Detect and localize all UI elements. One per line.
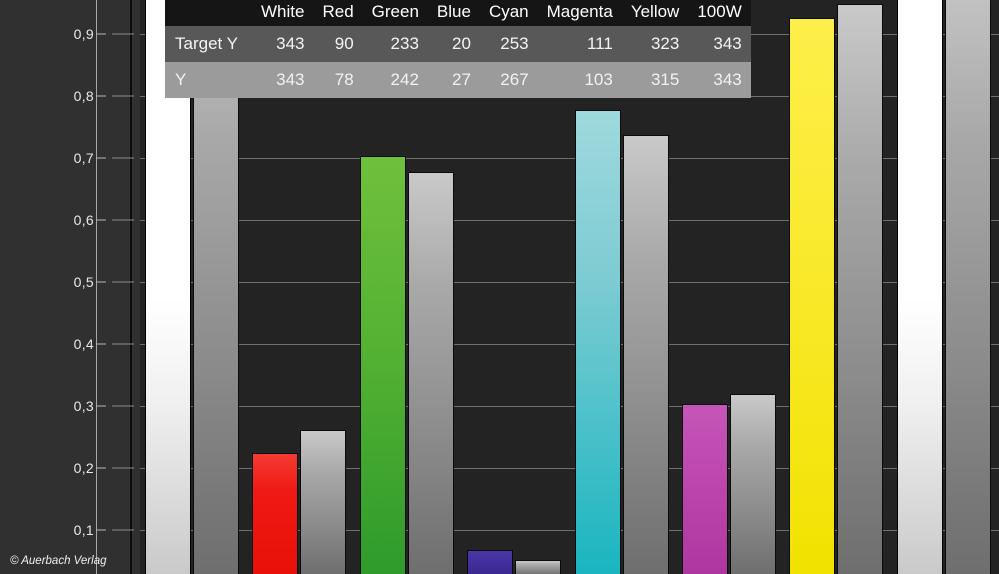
bar-cyan-target (574, 109, 621, 574)
table-cell: 343 (688, 26, 751, 62)
table-cell: 90 (313, 26, 363, 62)
bar-yellow-measured (837, 4, 884, 574)
y-axis-tick-mark-inner (112, 157, 134, 159)
y-axis-tick-mark-inner (112, 95, 134, 97)
y-axis-tick-label: 0,3 (73, 398, 94, 414)
y-axis-tick-label: 0,1 (73, 522, 94, 538)
y-axis-tick-mark (96, 405, 106, 407)
table-column-header: Green (362, 0, 428, 26)
table-cell: 233 (362, 26, 428, 62)
y-axis-tick-mark (96, 95, 106, 97)
table-column-header: White (252, 0, 314, 26)
y-axis-tick-mark (96, 467, 106, 469)
table-cell: 323 (621, 26, 689, 62)
table-column-header: Red (313, 0, 363, 26)
y-axis-tick-mark (96, 157, 106, 159)
table-row-label: Y (165, 62, 253, 98)
table-cell: 343 (252, 62, 314, 98)
table-cell: 103 (537, 62, 622, 98)
y-axis-tick-mark-inner (112, 219, 134, 221)
table-column-header: Magenta (537, 0, 622, 26)
table-row-label: Target Y (165, 26, 253, 62)
y-axis-tick-label: 0,2 (73, 460, 94, 476)
y-axis-tick-label: 0,6 (73, 212, 94, 228)
bar-yellow-target (789, 17, 836, 574)
bar-green-target (359, 156, 406, 574)
y-axis-tick-mark (96, 33, 106, 35)
table-column-header: Blue (427, 0, 480, 26)
y-axis-tick-mark (96, 219, 106, 221)
table-cell: 78 (313, 62, 363, 98)
table-column-header: Cyan (479, 0, 538, 26)
y-axis-tick-mark (96, 281, 106, 283)
table-column-header: 100W (688, 0, 751, 26)
y-axis-tick-label: 0,5 (73, 274, 94, 290)
table-column-header: Yellow (621, 0, 689, 26)
bar-red-target (252, 452, 299, 574)
table-cell: 242 (362, 62, 428, 98)
table-corner-cell (165, 0, 253, 26)
table-cell: 315 (621, 62, 689, 98)
table-header-row: White Red Green Blue Cyan Magenta Yellow 100W (165, 0, 751, 26)
y-axis-tick-mark (96, 343, 106, 345)
bar-magenta-measured (729, 393, 776, 574)
table-row: Y 343 78 242 27 267 103 315 343 (165, 62, 751, 98)
chart-screenshot: 0,9 0,8 0,7 0,6 0,5 0,4 0,3 0,2 0,1 White Red Gree… (0, 0, 999, 574)
table-cell: 267 (479, 62, 538, 98)
bar-magenta-target (681, 404, 728, 574)
bar-blue-target (467, 549, 514, 574)
y-axis-tick-mark-inner (112, 405, 134, 407)
y-axis-tick-label: 0,7 (73, 150, 94, 166)
y-axis-tick-mark-inner (112, 33, 134, 35)
bar-100w-target (896, 0, 943, 574)
bar-100w-measured (944, 0, 991, 574)
y-axis-tick-mark-inner (112, 529, 134, 531)
y-axis-tick-mark-inner (112, 467, 134, 469)
bar-cyan-measured (622, 135, 669, 574)
y-axis-line (96, 0, 97, 574)
table-cell: 20 (427, 26, 480, 62)
y-axis-tick-label: 0,9 (73, 26, 94, 42)
y-axis: 0,9 0,8 0,7 0,6 0,5 0,4 0,3 0,2 0,1 (0, 0, 140, 574)
bar-green-measured (407, 172, 454, 574)
y-axis-tick-mark (96, 529, 106, 531)
table-cell: 343 (252, 26, 314, 62)
table-cell: 253 (479, 26, 538, 62)
y-axis-tick-label: 0,8 (73, 88, 94, 104)
table-row: Target Y 343 90 233 20 253 111 323 343 (165, 26, 751, 62)
bar-red-measured (300, 430, 347, 574)
y-axis-tick-mark-inner (112, 281, 134, 283)
y-axis-tick-label: 0,4 (73, 336, 94, 352)
table-cell: 343 (688, 62, 751, 98)
bar-blue-measured (515, 560, 562, 574)
copyright-notice: © Auerbach Verlag (10, 555, 107, 567)
y-axis-tick-mark-inner (112, 343, 134, 345)
plot-left-border (130, 0, 132, 574)
data-table: White Red Green Blue Cyan Magenta Yellow 100W T… (165, 0, 751, 98)
table-cell: 27 (427, 62, 480, 98)
table-cell: 111 (537, 26, 622, 62)
